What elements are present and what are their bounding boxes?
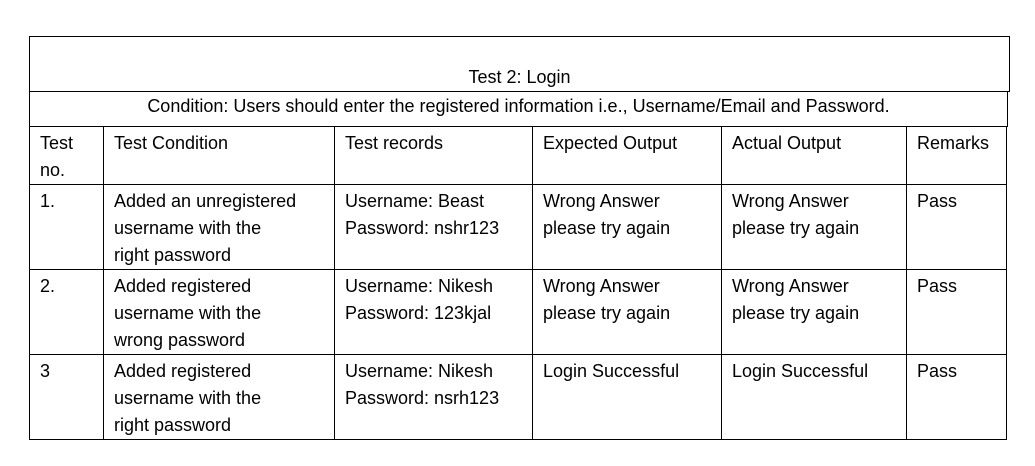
cell-line: Password: 123kjal xyxy=(345,303,492,323)
cell-line: Username: Nikesh xyxy=(345,276,494,296)
cell-test-no: 3 xyxy=(29,354,104,440)
cell-line: Added registered xyxy=(114,361,252,381)
header-remarks: Remarks xyxy=(906,126,1007,185)
cell-line: right password xyxy=(114,415,232,435)
test-table: Test no. Test Condition Test records Exp… xyxy=(29,126,1007,440)
cell-line: Username: Beast xyxy=(345,191,485,211)
table-header-row: Test no. Test Condition Test records Exp… xyxy=(29,126,1007,185)
cell-test-condition: Added an unregistered username with the … xyxy=(103,184,335,270)
cell-expected-output: Wrong Answer please try again xyxy=(532,269,722,355)
cell-line: please try again xyxy=(732,303,860,323)
cell-test-records: Username: Nikesh Password: nsrh123 xyxy=(334,354,533,440)
cell-line: Wrong Answer xyxy=(543,191,660,211)
cell-line: please try again xyxy=(543,303,671,323)
header-test-no-line: Test xyxy=(40,133,74,153)
cell-actual-output: Wrong Answer please try again xyxy=(721,184,907,270)
table-row: 3 Added registered username with the rig… xyxy=(29,354,1007,440)
cell-remarks: Pass xyxy=(906,184,1007,270)
page-title: Test 2: Login xyxy=(468,67,571,87)
cell-test-condition: Added registered username with the right… xyxy=(103,354,335,440)
cell-actual-output: Login Successful xyxy=(721,354,907,440)
cell-test-no: 2. xyxy=(29,269,104,355)
cell-line: please try again xyxy=(732,218,860,238)
header-test-no: Test no. xyxy=(29,126,104,185)
cell-line: Login Successful xyxy=(543,361,680,381)
cell-remarks: Pass xyxy=(906,269,1007,355)
header-expected-output: Expected Output xyxy=(532,126,722,185)
cell-line: Wrong Answer xyxy=(732,191,849,211)
cell-line: please try again xyxy=(543,218,671,238)
cell-line: username with the xyxy=(114,303,262,323)
cell-test-records: Username: Nikesh Password: 123kjal xyxy=(334,269,533,355)
cell-line: Password: nshr123 xyxy=(345,218,500,238)
cell-line: right password xyxy=(114,245,232,265)
cell-line: Added registered xyxy=(114,276,252,296)
header-test-records: Test records xyxy=(334,126,533,185)
cell-line: Password: nsrh123 xyxy=(345,388,500,408)
title-box: Test 2: Login xyxy=(29,36,1010,92)
cell-remarks: Pass xyxy=(906,354,1007,440)
condition-text: Condition: Users should enter the regist… xyxy=(147,96,890,116)
cell-test-condition: Added registered username with the wrong… xyxy=(103,269,335,355)
cell-line: Wrong Answer xyxy=(543,276,660,296)
cell-line: wrong password xyxy=(114,330,246,350)
cell-actual-output: Wrong Answer please try again xyxy=(721,269,907,355)
header-test-condition: Test Condition xyxy=(103,126,335,185)
cell-line: Login Successful xyxy=(732,361,869,381)
header-test-no-line: no. xyxy=(40,160,66,180)
table-row: 1. Added an unregistered username with t… xyxy=(29,184,1007,270)
cell-test-records: Username: Beast Password: nshr123 xyxy=(334,184,533,270)
cell-line: Wrong Answer xyxy=(732,276,849,296)
cell-line: username with the xyxy=(114,218,262,238)
cell-expected-output: Wrong Answer please try again xyxy=(532,184,722,270)
condition-box: Condition: Users should enter the regist… xyxy=(29,91,1008,127)
cell-line: username with the xyxy=(114,388,262,408)
cell-expected-output: Login Successful xyxy=(532,354,722,440)
header-actual-output: Actual Output xyxy=(721,126,907,185)
table-row: 2. Added registered username with the wr… xyxy=(29,269,1007,355)
cell-line: Added an unregistered xyxy=(114,191,297,211)
cell-test-no: 1. xyxy=(29,184,104,270)
cell-line: Username: Nikesh xyxy=(345,361,494,381)
